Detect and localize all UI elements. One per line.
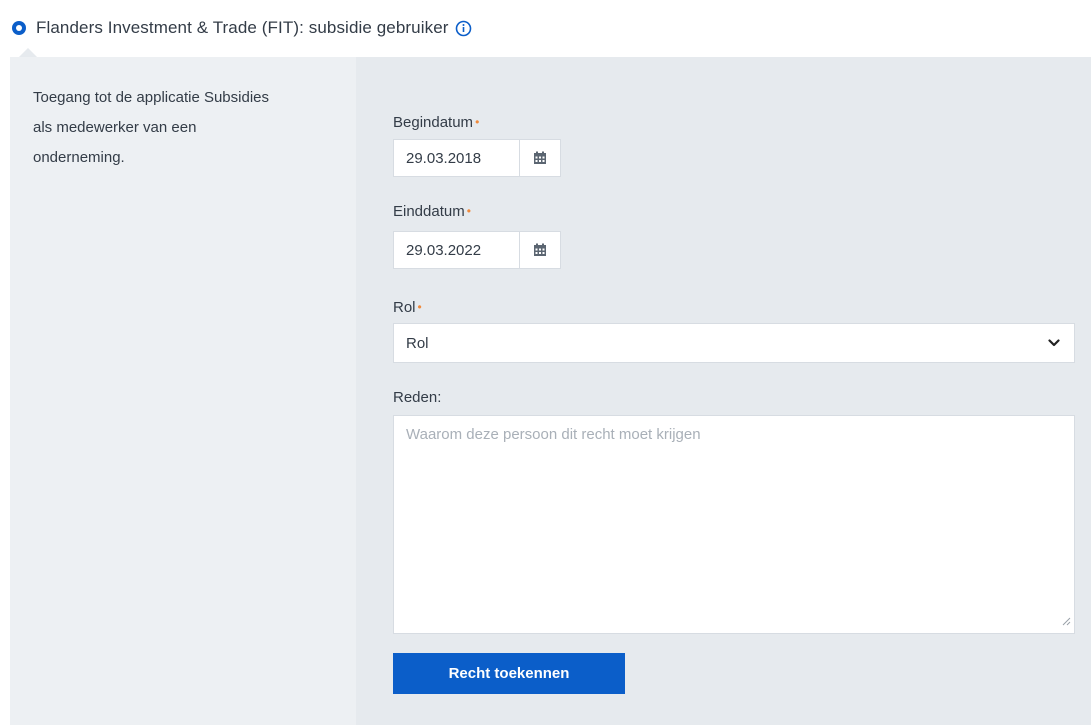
begindatum-field[interactable]: 29.03.2018 xyxy=(393,139,561,177)
resize-handle-icon[interactable] xyxy=(1062,613,1071,630)
einddatum-label: Einddatum • xyxy=(393,203,471,220)
reden-textarea[interactable]: Waarom deze persoon dit recht moet krijg… xyxy=(393,415,1075,634)
info-circle-icon[interactable] xyxy=(455,20,472,37)
reden-label: Reden: xyxy=(393,389,442,406)
permission-panel: Toegang tot de applicatie Subsidies als … xyxy=(10,48,1091,725)
rol-select-value: Rol xyxy=(406,334,429,352)
calendar-icon[interactable] xyxy=(519,232,560,268)
permission-description: Toegang tot de applicatie Subsidies als … xyxy=(33,83,323,173)
rol-select[interactable]: Rol xyxy=(393,323,1075,363)
einddatum-field[interactable]: 29.03.2022 xyxy=(393,231,561,269)
required-marker: • xyxy=(475,115,480,129)
einddatum-label-text: Einddatum xyxy=(393,203,465,220)
begindatum-input[interactable]: 29.03.2018 xyxy=(394,150,519,167)
description-line: Toegang tot de applicatie Subsidies xyxy=(33,89,270,106)
begindatum-label: Begindatum • xyxy=(393,114,479,131)
einddatum-input[interactable]: 29.03.2022 xyxy=(394,242,519,259)
radio-selected-icon[interactable] xyxy=(12,21,26,35)
form-column: Begindatum • 29.03.2018 Einddatum • 29.0… xyxy=(356,57,1091,725)
required-marker: • xyxy=(417,300,422,314)
permission-header: Flanders Investment & Trade (FIT): subsi… xyxy=(12,16,472,40)
chevron-down-icon[interactable] xyxy=(1048,334,1060,352)
description-line: als medewerker van een xyxy=(33,119,197,136)
permission-title: Flanders Investment & Trade (FIT): subsi… xyxy=(36,18,449,37)
calendar-icon[interactable] xyxy=(519,140,560,176)
rol-label-text: Rol xyxy=(393,299,416,316)
begindatum-label-text: Begindatum xyxy=(393,114,474,131)
rol-label: Rol • xyxy=(393,299,422,316)
recht-toekennen-button[interactable]: Recht toekennen xyxy=(393,653,625,694)
reden-placeholder: Waarom deze persoon dit recht moet krijg… xyxy=(406,426,701,443)
description-line: onderneming. xyxy=(33,149,125,166)
required-marker: • xyxy=(466,204,471,218)
description-column: Toegang tot de applicatie Subsidies als … xyxy=(10,57,356,725)
